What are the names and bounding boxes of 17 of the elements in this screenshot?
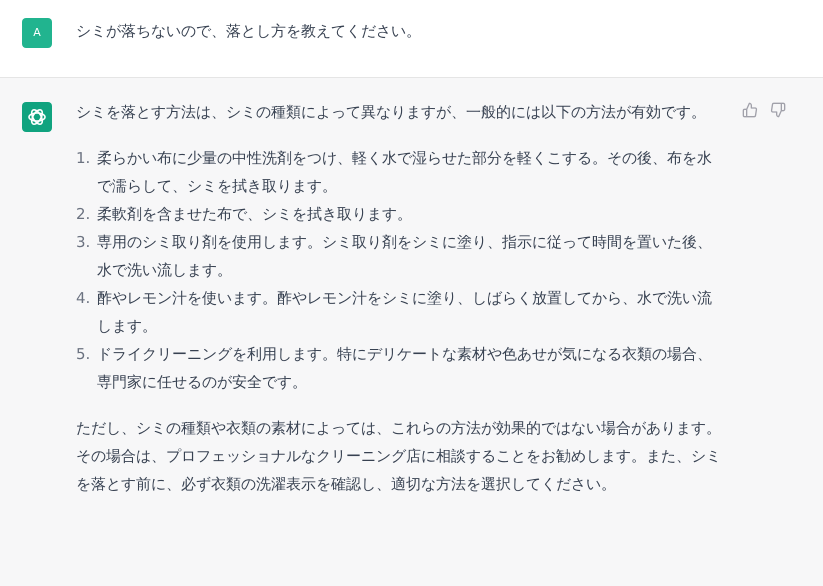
list-number: 4. [76,288,92,309]
assistant-logo-icon [22,102,52,132]
list-item-text: ドライクリーニングを利用します。特にデリケートな素材や色あせが気になる衣類の場合、専門家に任せるのが安全です。 [97,344,713,393]
list-item-text: 専用のシミ取り剤を使用します。シミ取り剤をシミに塗り、指示に従って時間を置いた後、水で洗い流します。 [97,232,713,281]
user-message: シミが落ちないので、落とし方を教えてください。 [76,21,421,42]
list-number: 3. [76,232,92,253]
intro-paragraph: シミを落とす方法は、シミの種類によって異なりますが、一般的には以下の方法が有効です。 [76,102,707,123]
thumbs-down-icon[interactable] [770,102,786,118]
list-number: 1. [76,148,92,169]
thumbs-up-icon[interactable] [742,102,758,118]
conclusion-paragraph: ただし、シミの種類や衣類の素材によっては、これらの方法が効果的ではない場合があります。その場合は、プロフェッショナルなクリーニング店に相談することをお勧めします。また、シミを落とす前に、必ず衣類の洗濯表示を確認し、適切な方法を選択してください。 [76,418,722,495]
list-number: 2. [76,204,92,225]
list-number: 5. [76,344,92,365]
list-item-text: 柔軟剤を含ませた布で、シミを拭き取ります。 [97,204,412,225]
list-item-text: 柔らかい布に少量の中性洗剤をつけ、軽く水で湿らせた部分を軽くこする。その後、布を水で濡らして、シミを拭き取ります。 [97,148,713,197]
list-item-text: 酢やレモン汁を使います。酢やレモン汁をシミに塗り、しばらく放置してから、水で洗い流します。 [97,288,713,337]
user-avatar: A [22,18,52,48]
